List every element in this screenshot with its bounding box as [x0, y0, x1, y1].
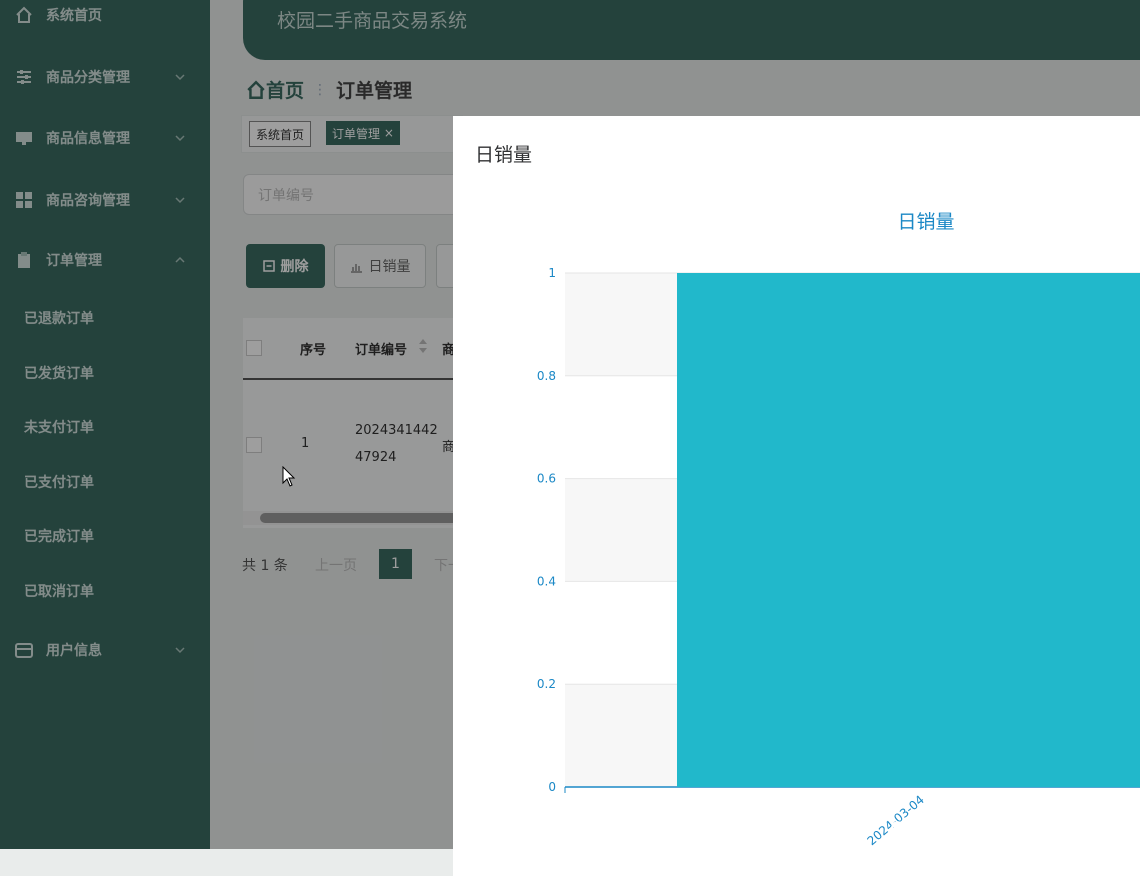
y-tick-label: 0.8: [537, 369, 556, 383]
y-tick-label: 0.4: [537, 574, 556, 588]
daily-sales-dialog: 日销量 0 0.2 0.4 0.6 0.8 1 2024-03-04 日销量: [453, 116, 1140, 876]
chart-title: 日销量: [897, 211, 954, 233]
chart-bar: [677, 273, 1140, 787]
daily-sales-chart: 00.20.40.60.812024-03-04日销量: [537, 211, 1140, 848]
watermark: CSDN @qq_3166678367: [890, 818, 1124, 840]
y-tick-label: 0.2: [537, 677, 556, 691]
y-tick-label: 1: [548, 266, 556, 280]
y-tick-label: 0.6: [537, 472, 556, 486]
mouse-cursor-icon: [282, 466, 296, 487]
y-tick-label: 0: [548, 780, 556, 794]
